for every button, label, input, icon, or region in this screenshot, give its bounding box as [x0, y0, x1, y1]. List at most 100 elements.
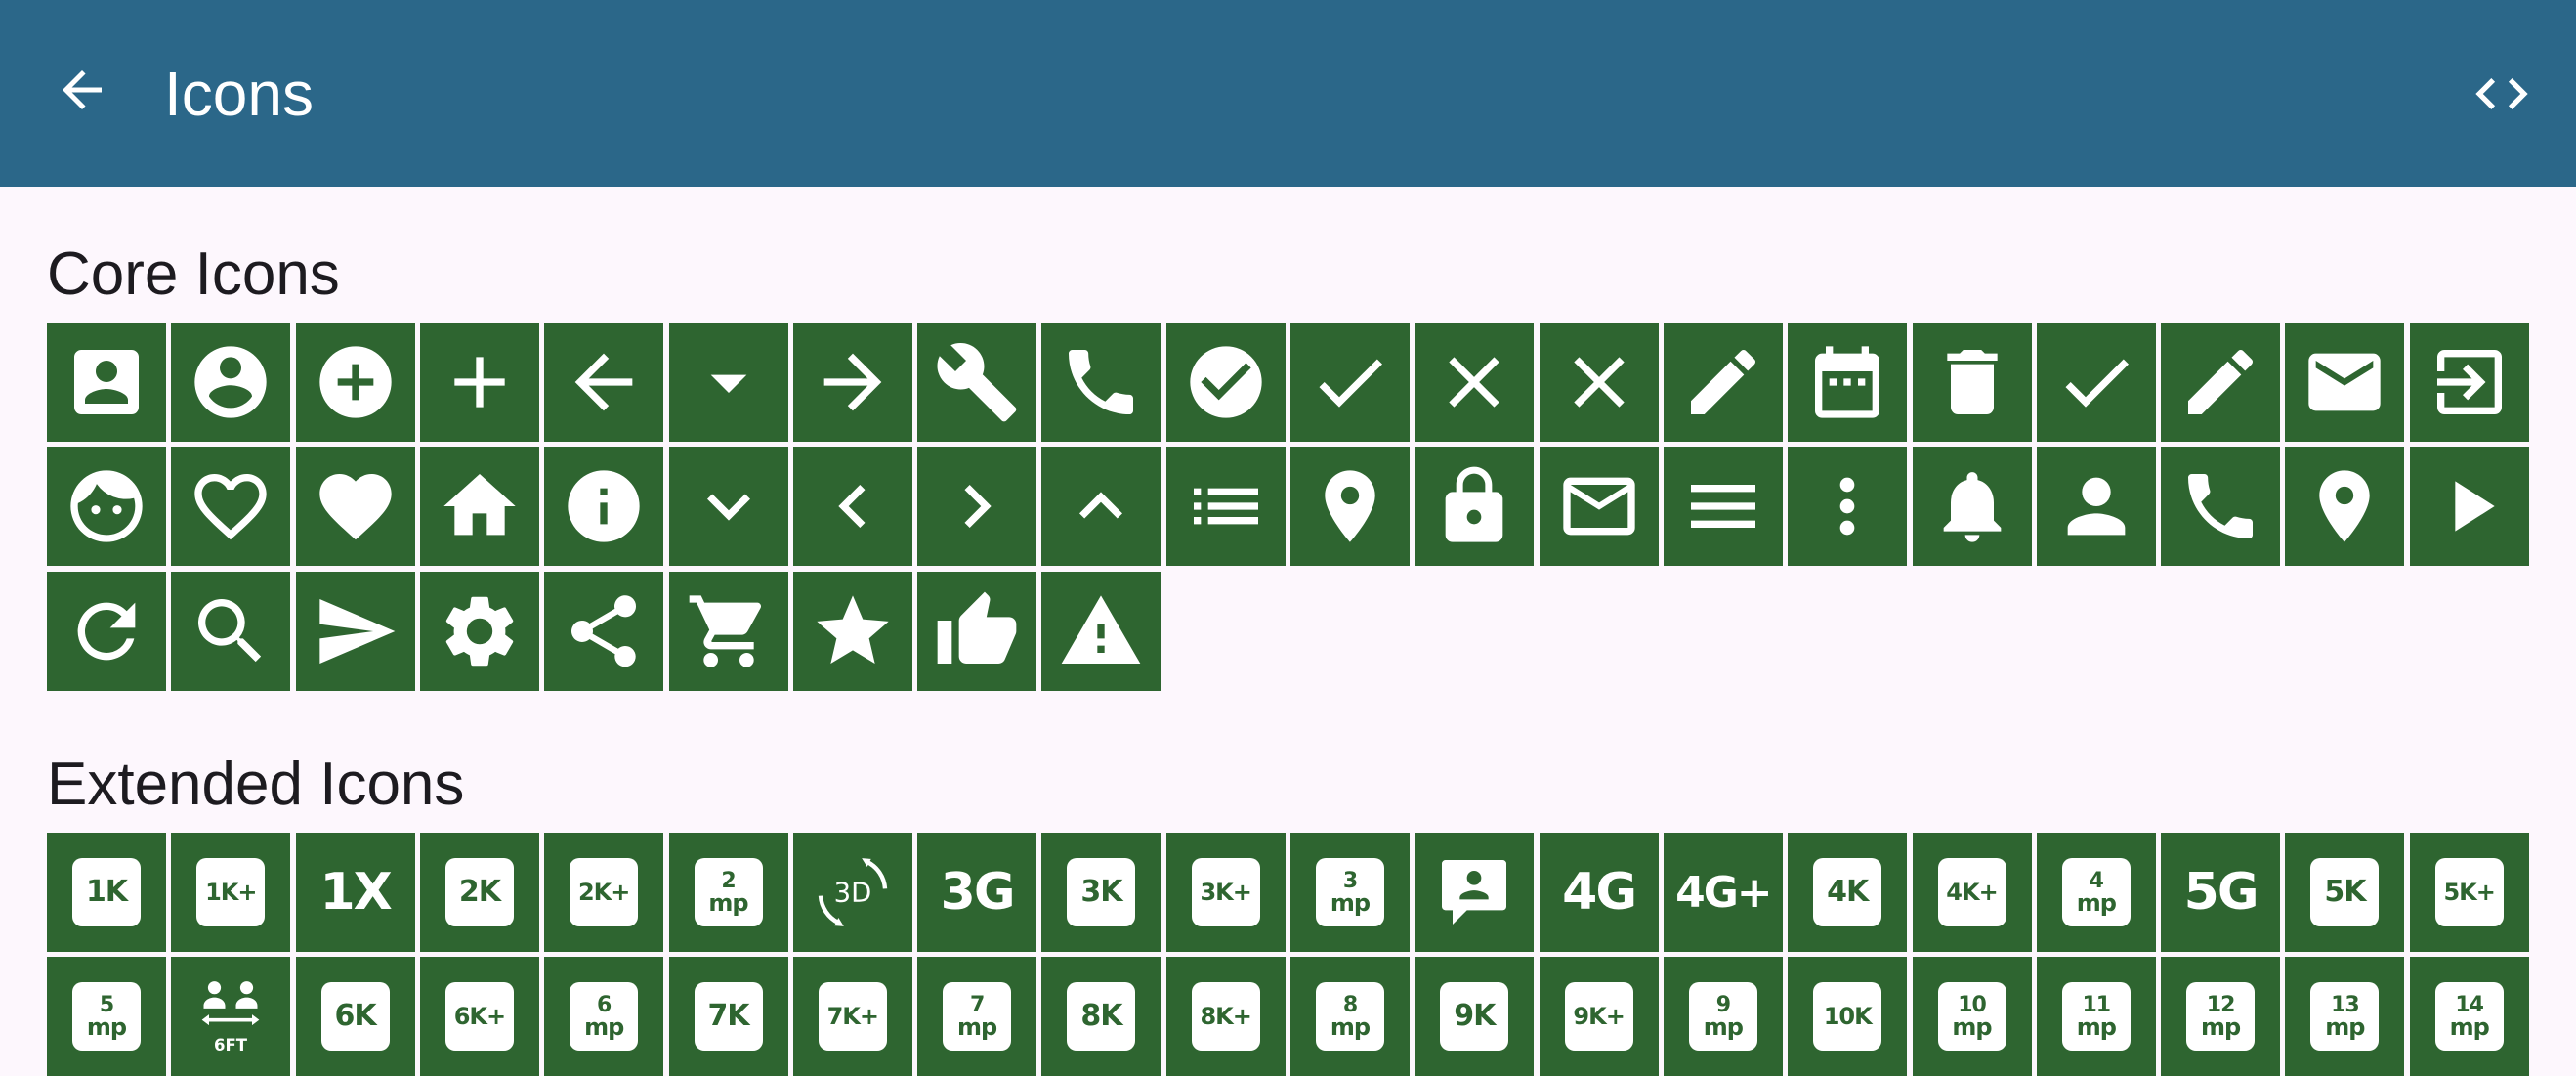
core-icon-tile-phone[interactable]: [2161, 447, 2281, 567]
extended-icon-tile[interactable]: 7K: [668, 957, 788, 1076]
core-icon-tile-account-box[interactable]: [47, 323, 166, 442]
extended-icon-tile[interactable]: 6K: [295, 957, 415, 1076]
core-icon-tile-add-circle[interactable]: [295, 323, 415, 442]
core-icon-tile-search[interactable]: [171, 571, 291, 691]
core-icon-tile-lock[interactable]: [1415, 447, 1535, 567]
core-icon-tile-home[interactable]: [419, 447, 539, 567]
core-icon-tile-check[interactable]: [1290, 323, 1410, 442]
core-icon-tile-delete[interactable]: [1912, 323, 2032, 442]
core-icon-tile-info[interactable]: [544, 447, 664, 567]
core-icon-tile-send[interactable]: [295, 571, 415, 691]
extended-icon-tile[interactable]: 7K+: [792, 957, 912, 1076]
core-icon-tile-person[interactable]: [2036, 447, 2156, 567]
extended-icon-tile[interactable]: 3 mp: [1290, 833, 1410, 952]
core-icon-tile-shopping-cart[interactable]: [668, 571, 788, 691]
megapixel-unit: mp: [2325, 1013, 2365, 1042]
core-icon-tile-build[interactable]: [917, 323, 1037, 442]
core-icon-tile-call[interactable]: [1041, 323, 1161, 442]
extended-icon-tile[interactable]: 10 mp: [1912, 957, 2032, 1076]
core-icon-tile-settings[interactable]: [419, 571, 539, 691]
extended-icon-tile[interactable]: [1415, 833, 1535, 952]
core-icon-tile-favorite[interactable]: [295, 447, 415, 567]
extended-icon-tile[interactable]: 5K: [2285, 833, 2405, 952]
back-button[interactable]: [43, 51, 121, 129]
core-icon-tile-thumb-up[interactable]: [917, 571, 1037, 691]
core-icon-tile-close[interactable]: [1539, 323, 1659, 442]
core-icon-tile-exit-to-app[interactable]: [2409, 323, 2529, 442]
extended-icon-tile[interactable]: 5G: [2161, 833, 2281, 952]
core-icon-tile-keyboard-arrow-up[interactable]: [1041, 447, 1161, 567]
core-icon-tile-clear[interactable]: [1415, 323, 1535, 442]
extended-icon-tile[interactable]: 12 mp: [2161, 957, 2281, 1076]
extended-icon-tile[interactable]: 9 mp: [1663, 957, 1783, 1076]
extended-icon-tile[interactable]: 4G+: [1663, 833, 1783, 952]
core-icon-tile-arrow-back[interactable]: [544, 323, 664, 442]
core-icon-tile-keyboard-arrow-right[interactable]: [917, 447, 1037, 567]
extended-icon-tile[interactable]: 8K: [1041, 957, 1161, 1076]
extended-icon-tile[interactable]: 1X: [295, 833, 415, 952]
extended-icon-tile[interactable]: 3D: [792, 833, 912, 952]
core-icon-tile-favorite-border[interactable]: [171, 447, 291, 567]
core-icon-tile-location-on[interactable]: [1290, 447, 1410, 567]
extended-icon-tile[interactable]: 6FT: [171, 957, 291, 1076]
extended-icon-tile[interactable]: 8 mp: [1290, 957, 1410, 1076]
core-icon-tile-face[interactable]: [47, 447, 166, 567]
core-icon-tile-refresh[interactable]: [47, 571, 166, 691]
star-icon: [817, 594, 889, 664]
3d-rotation-icon: 3D: [818, 858, 887, 926]
extended-icon-tile[interactable]: 3K: [1041, 833, 1161, 952]
core-icon-tile-menu[interactable]: [1663, 447, 1783, 567]
extended-icon-tile[interactable]: 2K: [419, 833, 539, 952]
extended-icon-tile[interactable]: 9K: [1415, 957, 1535, 1076]
core-icon-tile-create[interactable]: [1663, 323, 1783, 442]
favorite-border-icon: [194, 474, 267, 540]
core-icon-tile-share[interactable]: [544, 571, 664, 691]
core-icon-tile-add[interactable]: [419, 323, 539, 442]
extended-icon-tile[interactable]: 9K+: [1539, 957, 1659, 1076]
core-icon-tile-warning[interactable]: [1041, 571, 1161, 691]
core-icon-tile-date-range[interactable]: [1788, 323, 1908, 442]
extended-icon-tile[interactable]: 3K+: [1165, 833, 1286, 952]
extended-icon-tile[interactable]: 10K: [1788, 957, 1908, 1076]
extended-icon-tile[interactable]: 6K+: [419, 957, 539, 1076]
core-icon-tile-list[interactable]: [1165, 447, 1286, 567]
core-icon-tile-play-arrow[interactable]: [2409, 447, 2529, 567]
extended-icon-tile[interactable]: 5K+: [2409, 833, 2529, 952]
core-icon-tile-account-circle[interactable]: [171, 323, 291, 442]
extended-icon-tile[interactable]: 14 mp: [2409, 957, 2529, 1076]
core-icon-tile-notifications[interactable]: [1912, 447, 2032, 567]
extended-icon-tile[interactable]: 4G: [1539, 833, 1659, 952]
core-icon-tile-arrow-forward[interactable]: [792, 323, 912, 442]
core-icon-tile-check-circle[interactable]: [1165, 323, 1286, 442]
core-icon-tile-star[interactable]: [792, 571, 912, 691]
megapixel-unit: mp: [957, 1013, 997, 1042]
lock-icon: [1445, 466, 1503, 542]
core-icon-tile-email[interactable]: [2285, 323, 2405, 442]
extended-icon-tile[interactable]: 6 mp: [544, 957, 664, 1076]
core-icon-tile-done[interactable]: [2036, 323, 2156, 442]
email-icon: [2308, 353, 2382, 411]
core-icon-tile-arrow-drop-down[interactable]: [668, 323, 788, 442]
core-icon-tile-keyboard-arrow-left[interactable]: [792, 447, 912, 567]
extended-icon-tile[interactable]: 11 mp: [2036, 957, 2156, 1076]
core-icon-tile-edit[interactable]: [2161, 323, 2281, 442]
extended-icon-tile[interactable]: 2 mp: [668, 833, 788, 952]
extended-icon-tile[interactable]: 5 mp: [47, 957, 166, 1076]
core-icon-tile-keyboard-arrow-down[interactable]: [668, 447, 788, 567]
extended-icon-tile[interactable]: 4K+: [1912, 833, 2032, 952]
extended-icon-tile[interactable]: 1K: [47, 833, 166, 952]
extended-icon-tile[interactable]: 1K+: [171, 833, 291, 952]
extended-icon-tile[interactable]: 3G: [917, 833, 1037, 952]
extended-icon-tile[interactable]: 8K+: [1165, 957, 1286, 1076]
core-icon-tile-more-vert[interactable]: [1788, 447, 1908, 567]
extended-icon-tile[interactable]: 2K+: [544, 833, 664, 952]
extended-icon-tile[interactable]: 13 mp: [2285, 957, 2405, 1076]
extended-icon-tile[interactable]: 7 mp: [917, 957, 1037, 1076]
extended-icon-tile[interactable]: 4K: [1788, 833, 1908, 952]
view-code-button[interactable]: [2459, 51, 2547, 129]
core-icon-tile-place[interactable]: [2285, 447, 2405, 567]
core-icon-tile-mail-outline[interactable]: [1539, 447, 1659, 567]
favorite-icon: [318, 474, 392, 540]
info-icon: [568, 470, 640, 542]
extended-icon-tile[interactable]: 4 mp: [2036, 833, 2156, 952]
